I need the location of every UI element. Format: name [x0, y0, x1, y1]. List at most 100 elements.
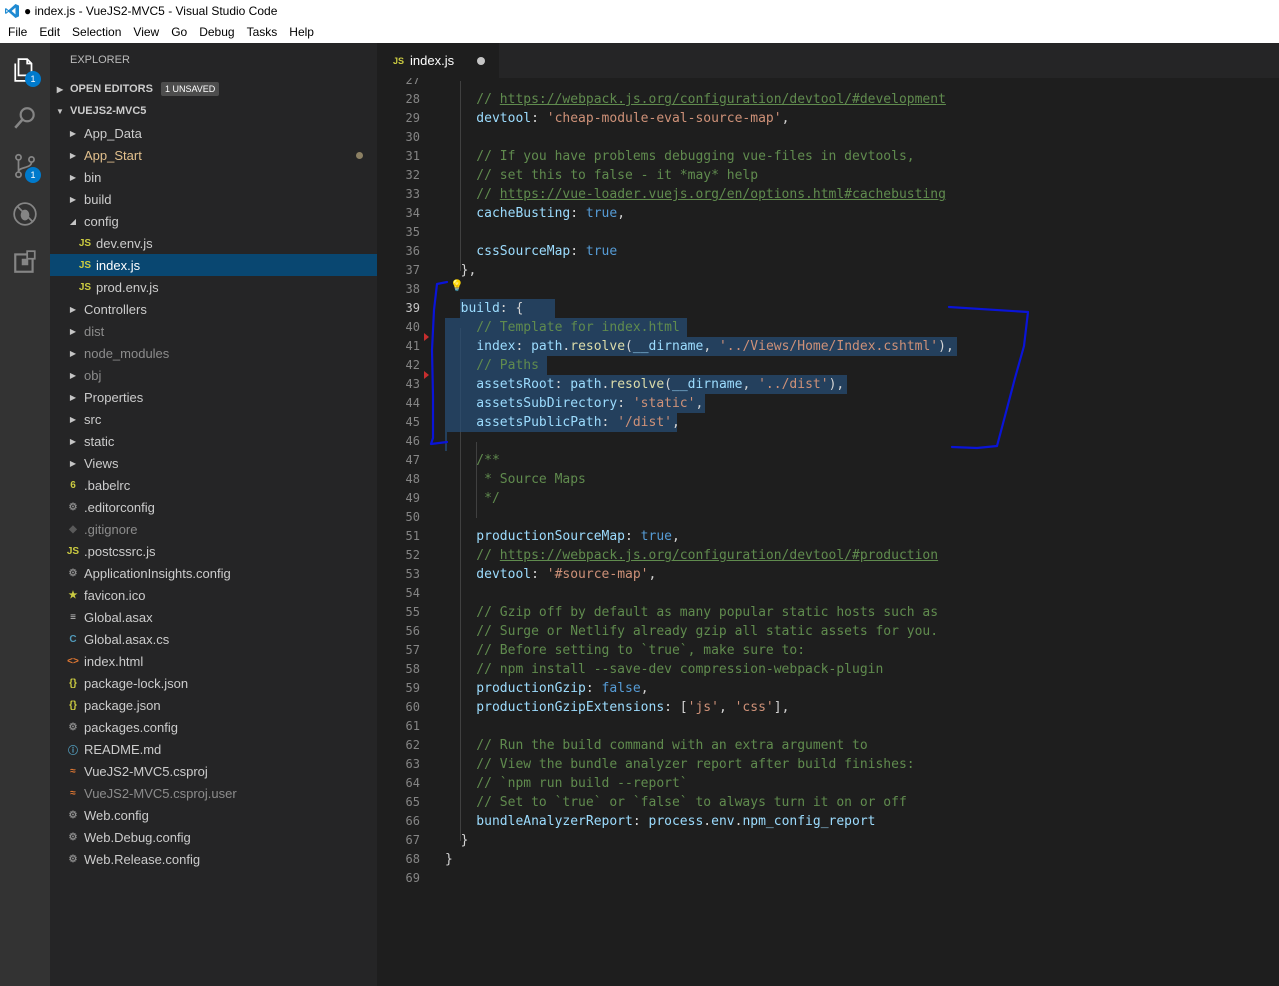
code-token: . [703, 814, 712, 829]
source-control-icon[interactable] [0, 142, 50, 190]
code-line[interactable]: } [445, 850, 453, 869]
tree-item[interactable]: ▶ static [50, 430, 377, 452]
code-line[interactable]: // View the bundle analyzer report after… [445, 755, 914, 774]
tree-item[interactable]: <> index.html [50, 650, 377, 672]
tree-item[interactable]: ⚙ Web.Release.config [50, 848, 377, 870]
code-line[interactable]: // https://webpack.js.org/configuration/… [445, 546, 938, 565]
code-line[interactable]: // Gzip off by default as many popular s… [445, 603, 938, 622]
project-file-icon: ≈ [70, 765, 76, 777]
tree-item[interactable]: ≈ VueJS2-MVC5.csproj.user [50, 782, 377, 804]
code-line[interactable]: } [445, 831, 469, 850]
tree-item[interactable]: ▶ node_modules [50, 342, 377, 364]
tab-index-js[interactable]: JS index.js [377, 43, 499, 78]
tree-item[interactable]: ▶ bin [50, 166, 377, 188]
tree-item[interactable]: ≡ Global.asax [50, 606, 377, 628]
html-file-icon: <> [67, 655, 79, 667]
code-line[interactable]: // `npm run build --report` [445, 774, 687, 793]
lightbulb-icon[interactable]: 💡 [450, 279, 464, 292]
tree-item[interactable]: JS prod.env.js [50, 276, 377, 298]
code-line[interactable]: // If you have problems debugging vue-fi… [445, 147, 914, 166]
gear-icon: ⚙ [68, 809, 78, 821]
code-line[interactable]: // set this to false - it *may* help [445, 166, 758, 185]
tree-item[interactable]: ▶ Controllers [50, 298, 377, 320]
code-line[interactable]: productionGzip: false, [445, 679, 648, 698]
tree-item[interactable]: ≈ VueJS2-MVC5.csproj [50, 760, 377, 782]
search-icon[interactable] [0, 94, 50, 142]
code-line[interactable]: devtool: 'cheap-module-eval-source-map', [445, 109, 789, 128]
tree-item[interactable]: {} package-lock.json [50, 672, 377, 694]
code-line[interactable]: // Set to `true` or `false` to always tu… [445, 793, 906, 812]
tree-item[interactable]: ▶ App_Start [50, 144, 377, 166]
menu-tasks[interactable]: Tasks [241, 22, 284, 43]
tree-item[interactable]: JS .postcssrc.js [50, 540, 377, 562]
menu-go[interactable]: Go [165, 22, 193, 43]
tree-item[interactable]: ⚙ Web.config [50, 804, 377, 826]
unsaved-dot-icon[interactable] [477, 57, 485, 65]
tree-item[interactable]: ▶ Views [50, 452, 377, 474]
explorer-icon[interactable] [0, 46, 50, 94]
tree-item[interactable]: ◢ config [50, 210, 377, 232]
tree-item[interactable]: ⚙ .editorconfig [50, 496, 377, 518]
code-line[interactable]: assetsRoot: path.resolve(__dirname, '../… [445, 375, 844, 394]
menu-help[interactable]: Help [283, 22, 320, 43]
code-line[interactable]: bundleAnalyzerReport: process.env.npm_co… [445, 812, 875, 831]
tree-item[interactable]: ▶ build [50, 188, 377, 210]
tree-item[interactable]: C Global.asax.cs [50, 628, 377, 650]
menu-file[interactable]: File [2, 22, 33, 43]
code-line[interactable]: // Before setting to `true`, make sure t… [445, 641, 805, 660]
code-line[interactable]: /** [445, 451, 500, 470]
menu-selection[interactable]: Selection [66, 22, 127, 43]
menu-view[interactable]: View [127, 22, 165, 43]
tree-item[interactable]: ⚙ ApplicationInsights.config [50, 562, 377, 584]
tree-item[interactable]: JS index.js [50, 254, 377, 276]
line-number: 54 [405, 586, 420, 600]
tree-item[interactable]: ⚙ Web.Debug.config [50, 826, 377, 848]
project-section[interactable]: ▼ VUEJS2-MVC5 [50, 100, 377, 122]
code-line[interactable]: // https://vue-loader.vuejs.org/en/optio… [445, 185, 946, 204]
code-line[interactable]: // Surge or Netlify already gzip all sta… [445, 622, 938, 641]
open-editors-section[interactable]: ▶ OPEN EDITORS 1 UNSAVED [50, 78, 377, 100]
tree-item-label: Web.config [84, 807, 149, 823]
extensions-icon[interactable] [0, 238, 50, 286]
code-line[interactable]: // https://webpack.js.org/configuration/… [445, 90, 946, 109]
code-line[interactable]: // Paths [445, 356, 539, 375]
line-number: 34 [405, 206, 420, 220]
code-line[interactable]: productionGzipExtensions: ['js', 'css'], [445, 698, 789, 717]
code-line[interactable]: }, [445, 261, 477, 280]
tree-item[interactable]: ⓘ README.md [50, 738, 377, 760]
tree-item-label: node_modules [84, 345, 170, 361]
menu-edit[interactable]: Edit [33, 22, 66, 43]
line-number: 31 [405, 149, 420, 163]
code-line[interactable]: devtool: '#source-map', [445, 565, 656, 584]
tree-item[interactable]: {} package.json [50, 694, 377, 716]
deleted-lines-marker-icon[interactable] [424, 333, 429, 341]
tab-label: index.js [410, 53, 455, 68]
code-line[interactable]: assetsSubDirectory: 'static', [445, 394, 703, 413]
tree-item[interactable]: ▶ obj [50, 364, 377, 386]
tree-item[interactable]: ▶ dist [50, 320, 377, 342]
deleted-lines-marker-icon[interactable] [424, 371, 429, 379]
tree-item[interactable]: ▶ Properties [50, 386, 377, 408]
tree-item[interactable]: ◆ .gitignore [50, 518, 377, 540]
menu-debug[interactable]: Debug [193, 22, 240, 43]
code-line[interactable]: */ [445, 489, 500, 508]
tree-item[interactable]: ⚙ packages.config [50, 716, 377, 738]
code-line[interactable]: // Template for index.html [445, 318, 680, 337]
code-line[interactable]: build: { [445, 299, 524, 318]
code-line[interactable]: // npm install --save-dev compression-we… [445, 660, 883, 679]
code-editor[interactable]: 27 28 // https://webpack.js.org/configura… [377, 78, 1279, 986]
tree-item[interactable]: ★ favicon.ico [50, 584, 377, 606]
tree-item[interactable]: 6 .babelrc [50, 474, 377, 496]
tree-item[interactable]: ▶ App_Data [50, 122, 377, 144]
code-line[interactable]: // Run the build command with an extra a… [445, 736, 867, 755]
code-line[interactable]: * Source Maps [445, 470, 586, 489]
tree-item[interactable]: ▶ src [50, 408, 377, 430]
tree-item[interactable]: JS dev.env.js [50, 232, 377, 254]
code-line[interactable]: productionSourceMap: true, [445, 527, 680, 546]
line-number: 28 [405, 92, 420, 106]
code-line[interactable]: cssSourceMap: true [445, 242, 617, 261]
code-line[interactable]: cacheBusting: true, [445, 204, 625, 223]
code-line[interactable]: index: path.resolve(__dirname, '../Views… [445, 337, 954, 356]
debug-icon[interactable] [0, 190, 50, 238]
code-line[interactable]: assetsPublicPath: '/dist', [445, 413, 680, 432]
